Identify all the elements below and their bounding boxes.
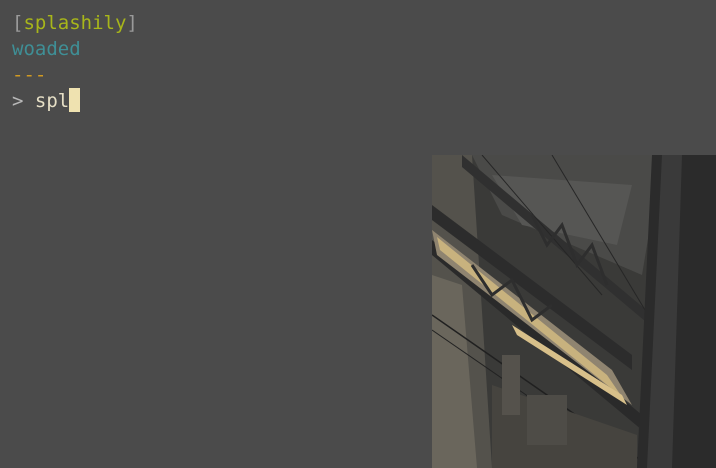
text-cursor: [69, 88, 81, 112]
separator: ---: [12, 64, 47, 86]
title-text: splashily: [23, 12, 127, 34]
prompt-line[interactable]: > spl: [12, 88, 138, 114]
terminal: [splashily] woaded --- > spl: [12, 10, 138, 114]
subtitle-text: woaded: [12, 38, 81, 60]
prompt-input[interactable]: spl: [35, 90, 69, 112]
prompt-symbol: >: [12, 90, 24, 112]
title-line: [splashily]: [12, 10, 138, 36]
title-bracket-open: [: [12, 12, 24, 34]
station-roof-photo: [432, 155, 716, 468]
title-bracket-close: ]: [126, 12, 138, 34]
